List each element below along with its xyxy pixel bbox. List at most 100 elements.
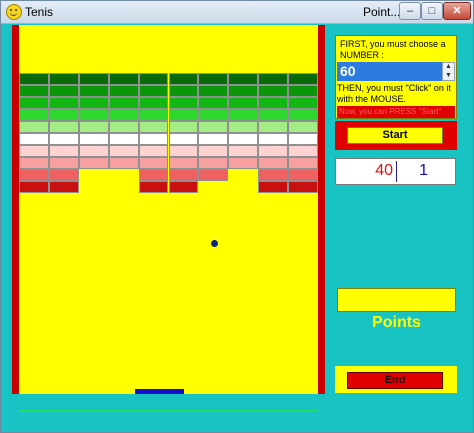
instruction-choose-number: FIRST, you must choose a NUMBER : bbox=[340, 39, 446, 60]
brick bbox=[108, 121, 139, 133]
brick bbox=[168, 97, 199, 109]
brick bbox=[198, 121, 229, 133]
number-input[interactable]: 60 bbox=[337, 62, 442, 81]
maximize-button[interactable]: □ bbox=[421, 2, 443, 20]
brick bbox=[258, 133, 289, 145]
brick bbox=[288, 145, 318, 157]
brick bbox=[138, 145, 169, 157]
brick bbox=[168, 145, 199, 157]
brick bbox=[168, 169, 199, 181]
brick bbox=[258, 157, 289, 169]
brick bbox=[138, 169, 169, 181]
right-wall bbox=[318, 25, 325, 394]
brick bbox=[168, 109, 199, 121]
points-label: Points bbox=[372, 314, 421, 331]
brick bbox=[108, 97, 139, 109]
start-button[interactable]: Start bbox=[347, 127, 443, 144]
brick bbox=[198, 109, 229, 121]
brick bbox=[288, 169, 318, 181]
brick bbox=[288, 181, 318, 193]
brick bbox=[228, 85, 259, 97]
brick bbox=[108, 109, 139, 121]
brick bbox=[288, 109, 318, 121]
brick bbox=[19, 133, 49, 145]
brick bbox=[288, 157, 318, 169]
lives-value: 1 bbox=[419, 162, 428, 179]
brick bbox=[168, 181, 199, 193]
title-bar[interactable]: Tenis Point... – □ ✕ bbox=[1, 1, 473, 24]
minimize-button[interactable]: – bbox=[399, 2, 421, 20]
points-display bbox=[337, 288, 456, 312]
brick bbox=[198, 157, 229, 169]
brick-wall bbox=[12, 25, 325, 394]
brick bbox=[78, 157, 109, 169]
paddle[interactable] bbox=[135, 389, 184, 394]
close-button[interactable]: ✕ bbox=[443, 2, 471, 20]
brick bbox=[288, 85, 318, 97]
brick bbox=[138, 133, 169, 145]
brick bbox=[228, 145, 259, 157]
brick bbox=[78, 73, 109, 85]
ball bbox=[211, 240, 218, 247]
brick bbox=[258, 73, 289, 85]
brick bbox=[108, 85, 139, 97]
brick bbox=[168, 133, 199, 145]
brick bbox=[108, 157, 139, 169]
smiley-icon bbox=[6, 4, 22, 20]
brick bbox=[48, 97, 79, 109]
brick bbox=[168, 121, 199, 133]
counter-divider bbox=[396, 161, 397, 182]
brick bbox=[78, 121, 109, 133]
spin-up-icon[interactable]: ▲ bbox=[444, 63, 453, 71]
left-wall bbox=[12, 25, 19, 394]
brick bbox=[19, 169, 49, 181]
brick bbox=[258, 169, 289, 181]
brick bbox=[198, 73, 229, 85]
brick bbox=[48, 157, 79, 169]
window-title: Tenis bbox=[25, 5, 54, 19]
brick bbox=[48, 73, 79, 85]
play-field[interactable] bbox=[12, 25, 325, 394]
brick bbox=[258, 145, 289, 157]
brick bbox=[19, 181, 49, 193]
brick bbox=[138, 121, 169, 133]
brick bbox=[138, 181, 169, 193]
brick bbox=[258, 181, 289, 193]
brick bbox=[258, 121, 289, 133]
brick bbox=[78, 97, 109, 109]
brick bbox=[198, 145, 229, 157]
brick bbox=[228, 121, 259, 133]
brick bbox=[78, 145, 109, 157]
brick bbox=[228, 157, 259, 169]
brick bbox=[228, 133, 259, 145]
brick bbox=[198, 133, 229, 145]
brick bbox=[288, 121, 318, 133]
brick bbox=[138, 85, 169, 97]
brick bbox=[19, 145, 49, 157]
game-window: Tenis Point... – □ ✕ FIRST, you must cho… bbox=[0, 0, 474, 433]
brick bbox=[258, 85, 289, 97]
window-title-right: Point... bbox=[363, 5, 401, 19]
number-spinner[interactable]: ▲ ▼ bbox=[442, 62, 455, 81]
brick bbox=[78, 85, 109, 97]
brick bbox=[168, 73, 199, 85]
brick bbox=[19, 97, 49, 109]
brick bbox=[108, 133, 139, 145]
brick bbox=[288, 97, 318, 109]
brick bbox=[78, 133, 109, 145]
brick bbox=[19, 157, 49, 169]
brick bbox=[48, 133, 79, 145]
brick bbox=[19, 109, 49, 121]
brick bbox=[19, 121, 49, 133]
brick bbox=[78, 109, 109, 121]
brick bbox=[288, 133, 318, 145]
brick bbox=[198, 97, 229, 109]
end-button[interactable]: End bbox=[347, 372, 443, 389]
instruction-press-start: Now, you can PRESS "Start" bbox=[337, 106, 455, 118]
remaining-value: 40 bbox=[375, 162, 393, 179]
brick bbox=[48, 169, 79, 181]
brick bbox=[48, 121, 79, 133]
brick bbox=[258, 109, 289, 121]
brick bbox=[228, 97, 259, 109]
spin-down-icon[interactable]: ▼ bbox=[444, 72, 453, 80]
